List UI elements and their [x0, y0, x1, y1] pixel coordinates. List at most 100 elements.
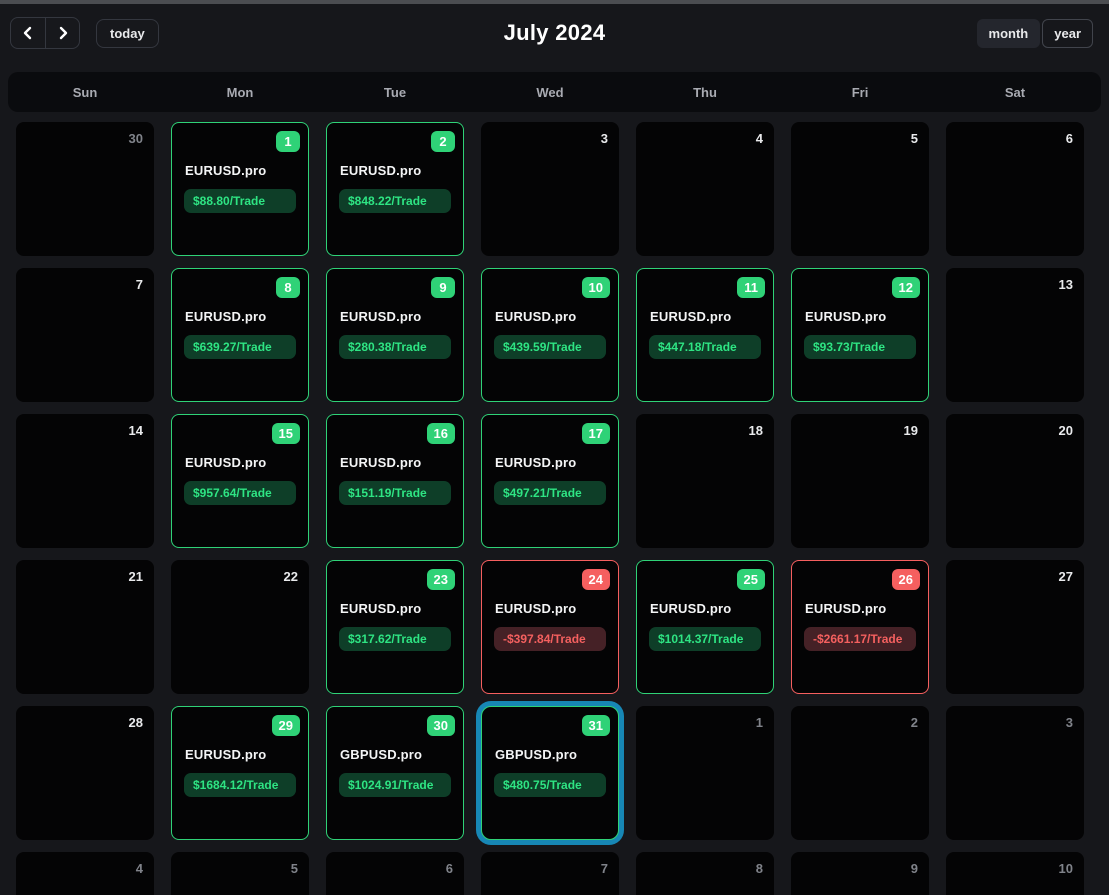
day-number: 28 — [129, 715, 143, 730]
day-cell[interactable]: 1EURUSD.pro$88.80/Trade — [171, 122, 309, 256]
day-number: 5 — [291, 861, 298, 876]
day-number: 2 — [911, 715, 918, 730]
view-year-button[interactable]: year — [1042, 19, 1093, 48]
symbol-label: EURUSD.pro — [495, 455, 576, 470]
day-cell[interactable]: 3 — [946, 706, 1084, 840]
symbol-label: EURUSD.pro — [340, 163, 421, 178]
day-number: 6 — [446, 861, 453, 876]
day-cell[interactable]: 27 — [946, 560, 1084, 694]
day-number: 20 — [1059, 423, 1073, 438]
day-cell[interactable]: 2EURUSD.pro$848.22/Trade — [326, 122, 464, 256]
day-cell[interactable]: 9EURUSD.pro$280.38/Trade — [326, 268, 464, 402]
pnl-per-trade-badge: -$397.84/Trade — [494, 627, 606, 651]
pnl-per-trade-badge: $280.38/Trade — [339, 335, 451, 359]
month-nav-group — [10, 17, 80, 49]
day-cell[interactable]: 10 — [946, 852, 1084, 895]
symbol-label: EURUSD.pro — [185, 309, 266, 324]
day-cell[interactable]: 14 — [16, 414, 154, 548]
weekday-label: Tue — [326, 85, 464, 100]
day-number: 3 — [1066, 715, 1073, 730]
symbol-label: EURUSD.pro — [495, 601, 576, 616]
day-cell[interactable]: 22 — [171, 560, 309, 694]
day-cell[interactable]: 4 — [16, 852, 154, 895]
view-toggle: month year — [977, 19, 1093, 48]
day-number: 4 — [136, 861, 143, 876]
day-cell[interactable]: 19 — [791, 414, 929, 548]
day-cell-selected[interactable]: 31GBPUSD.pro$480.75/Trade — [481, 706, 619, 840]
day-cell[interactable]: 2 — [791, 706, 929, 840]
day-cell[interactable]: 7 — [481, 852, 619, 895]
day-cell[interactable]: 30GBPUSD.pro$1024.91/Trade — [326, 706, 464, 840]
day-cell[interactable]: 5 — [791, 122, 929, 256]
day-number: 9 — [911, 861, 918, 876]
day-cell[interactable]: 13 — [946, 268, 1084, 402]
day-number: 18 — [749, 423, 763, 438]
chevron-left-icon — [21, 26, 35, 40]
symbol-label: EURUSD.pro — [650, 309, 731, 324]
day-number-badge: 9 — [431, 277, 455, 298]
day-cell[interactable]: 16EURUSD.pro$151.19/Trade — [326, 414, 464, 548]
day-cell[interactable]: 24EURUSD.pro-$397.84/Trade — [481, 560, 619, 694]
day-number: 21 — [129, 569, 143, 584]
day-cell[interactable]: 30 — [16, 122, 154, 256]
pnl-per-trade-badge: $447.18/Trade — [649, 335, 761, 359]
day-cell[interactable]: 15EURUSD.pro$957.64/Trade — [171, 414, 309, 548]
day-number-badge: 25 — [737, 569, 765, 590]
pnl-per-trade-badge: $93.73/Trade — [804, 335, 916, 359]
day-number: 4 — [756, 131, 763, 146]
day-cell[interactable]: 7 — [16, 268, 154, 402]
view-month-button[interactable]: month — [977, 19, 1041, 48]
day-number-badge: 31 — [582, 715, 610, 736]
day-number: 19 — [904, 423, 918, 438]
calendar-title: July 2024 — [0, 20, 1109, 46]
day-cell[interactable]: 8 — [636, 852, 774, 895]
day-cell[interactable]: 9 — [791, 852, 929, 895]
pnl-per-trade-badge: $1014.37/Trade — [649, 627, 761, 651]
day-cell[interactable]: 11 EURUSD.pro $447.18/Trade — [636, 268, 774, 402]
pnl-per-trade-badge: $497.21/Trade — [494, 481, 606, 505]
day-number: 7 — [136, 277, 143, 292]
day-cell[interactable]: 17EURUSD.pro$497.21/Trade — [481, 414, 619, 548]
day-number-badge: 29 — [272, 715, 300, 736]
pnl-per-trade-badge: $848.22/Trade — [339, 189, 451, 213]
day-number: 7 — [601, 861, 608, 876]
symbol-label: GBPUSD.pro — [340, 747, 422, 762]
day-cell[interactable]: 21 — [16, 560, 154, 694]
day-cell[interactable]: 10EURUSD.pro$439.59/Trade — [481, 268, 619, 402]
day-cell[interactable]: 29EURUSD.pro$1684.12/Trade — [171, 706, 309, 840]
day-cell[interactable]: 8EURUSD.pro$639.27/Trade — [171, 268, 309, 402]
day-cell[interactable]: 20 — [946, 414, 1084, 548]
day-cell[interactable]: 25 EURUSD.pro $1014.37/Trade — [636, 560, 774, 694]
day-cell[interactable]: 18 — [636, 414, 774, 548]
symbol-label: EURUSD.pro — [805, 309, 886, 324]
day-cell[interactable]: 6 — [946, 122, 1084, 256]
symbol-label: GBPUSD.pro — [495, 747, 577, 762]
day-number: 1 — [756, 715, 763, 730]
day-cell[interactable]: 3 — [481, 122, 619, 256]
day-cell[interactable]: 23EURUSD.pro$317.62/Trade — [326, 560, 464, 694]
day-cell[interactable]: 28 — [16, 706, 154, 840]
next-month-button[interactable] — [45, 18, 79, 48]
symbol-label: EURUSD.pro — [650, 601, 731, 616]
calendar-toolbar: today July 2024 month year — [0, 4, 1109, 62]
prev-month-button[interactable] — [11, 18, 45, 48]
day-number-badge: 26 — [892, 569, 920, 590]
pnl-per-trade-badge: $957.64/Trade — [184, 481, 296, 505]
day-cell[interactable]: 26EURUSD.pro-$2661.17/Trade — [791, 560, 929, 694]
day-number: 8 — [756, 861, 763, 876]
day-cell[interactable]: 5 — [171, 852, 309, 895]
today-button[interactable]: today — [96, 19, 159, 48]
day-number-badge: 1 — [276, 131, 300, 152]
day-number: 6 — [1066, 131, 1073, 146]
weekday-label: Wed — [481, 85, 619, 100]
day-cell[interactable]: 6 — [326, 852, 464, 895]
day-cell[interactable]: 4 — [636, 122, 774, 256]
day-number: 14 — [129, 423, 143, 438]
day-number: 3 — [601, 131, 608, 146]
day-cell[interactable]: 1 — [636, 706, 774, 840]
symbol-label: EURUSD.pro — [340, 601, 421, 616]
day-number-badge: 16 — [427, 423, 455, 444]
pnl-per-trade-badge: $1024.91/Trade — [339, 773, 451, 797]
day-number-badge: 11 — [737, 277, 765, 298]
day-cell[interactable]: 12EURUSD.pro$93.73/Trade — [791, 268, 929, 402]
